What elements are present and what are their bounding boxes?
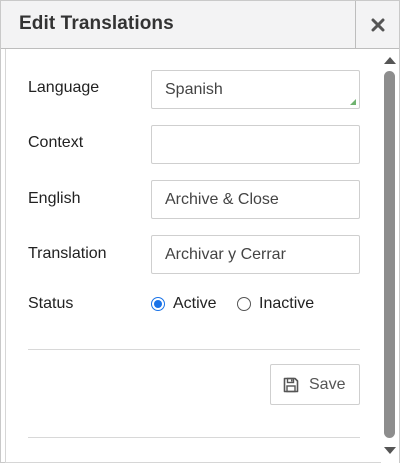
- context-label: Context: [28, 134, 84, 151]
- language-select-value: Spanish: [165, 80, 223, 98]
- status-label: Status: [28, 295, 74, 312]
- language-select[interactable]: Spanish: [151, 70, 360, 109]
- translation-input-value: Archivar y Cerrar: [165, 245, 286, 263]
- english-input[interactable]: Archive & Close: [151, 180, 360, 219]
- status-inactive-label[interactable]: Inactive: [259, 295, 314, 313]
- select-resize-icon: [350, 99, 356, 105]
- save-button[interactable]: Save: [270, 364, 360, 405]
- english-input-value: Archive & Close: [165, 190, 279, 208]
- context-input[interactable]: [151, 125, 360, 164]
- close-button[interactable]: [355, 1, 399, 48]
- edit-translations-dialog: Edit Translations Language Spanish Conte…: [0, 0, 400, 463]
- status-inactive-radio[interactable]: [237, 297, 251, 311]
- scrollbar-thumb[interactable]: [384, 71, 395, 438]
- dialog-title: Edit Translations: [19, 13, 174, 34]
- vertical-scrollbar[interactable]: [381, 49, 399, 463]
- translation-label: Translation: [28, 245, 107, 262]
- footer-divider: [28, 437, 360, 438]
- english-label: English: [28, 190, 81, 207]
- close-icon: [371, 18, 384, 31]
- status-active-label[interactable]: Active: [173, 295, 217, 313]
- language-label: Language: [28, 79, 100, 96]
- scroll-up-arrow-icon[interactable]: [384, 57, 396, 64]
- scroll-down-arrow-icon[interactable]: [384, 447, 396, 454]
- translation-input[interactable]: Archivar y Cerrar: [151, 235, 360, 274]
- status-active-radio[interactable]: [151, 297, 165, 311]
- floppy-disk-icon: [283, 377, 299, 392]
- save-button-label: Save: [309, 375, 346, 393]
- dialog-titlebar: Edit Translations: [1, 1, 399, 49]
- dialog-body: Language Spanish Context English Archive…: [5, 49, 381, 463]
- form-divider: [28, 349, 360, 350]
